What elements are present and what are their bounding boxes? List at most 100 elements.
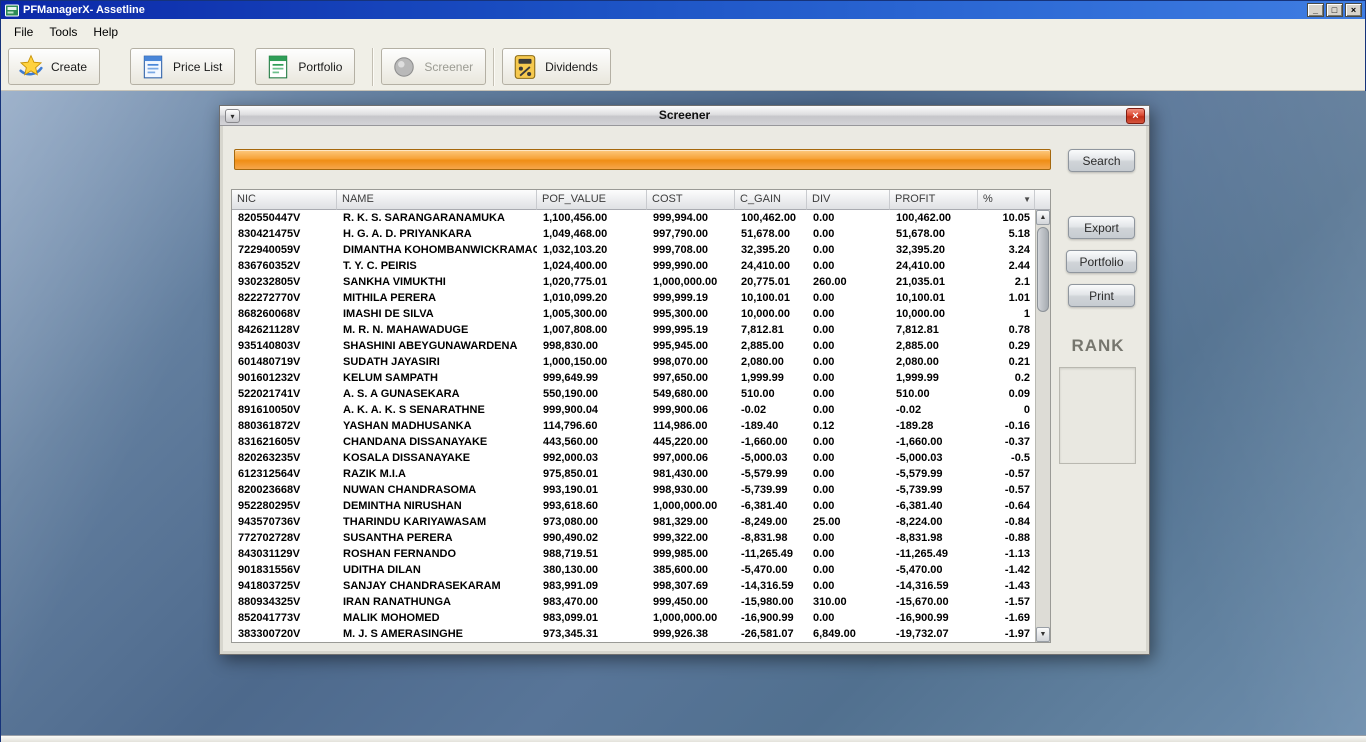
cell-c-gain: 20,775.01 — [741, 276, 790, 288]
create-star-icon — [18, 54, 44, 80]
close-button[interactable]: × — [1345, 3, 1362, 17]
cell-cost: 999,990.00 — [653, 260, 709, 272]
table-row[interactable]: 880934325V IRAN RANATHUNGA 983,470.00 999,4… — [232, 594, 1035, 610]
cell--: -1.97 — [1004, 628, 1030, 640]
column-header-profit[interactable]: PROFIT — [890, 190, 978, 210]
menu-tools[interactable]: Tools — [41, 22, 85, 42]
table-row[interactable]: 901831556V UDITHA DILAN 380,130.00 385,600.… — [232, 562, 1035, 578]
menu-file[interactable]: File — [6, 22, 41, 42]
table-row[interactable]: 852041773V MALIK MOHOMED 983,099.01 1,000,0… — [232, 610, 1035, 626]
table-row[interactable]: 843031129V ROSHAN FERNANDO 988,719.51 999,9… — [232, 546, 1035, 562]
cell-nic: 601480719V — [238, 356, 301, 368]
cell-profit: -189.28 — [896, 420, 934, 432]
column-header-nic[interactable]: NIC — [232, 190, 337, 210]
table-row[interactable]: 836760352V T. Y. C. PEIRIS 1,024,400.00 999… — [232, 258, 1035, 274]
cell-div: 0.00 — [813, 292, 835, 304]
frame-close-button[interactable]: × — [1126, 108, 1145, 124]
create-button[interactable]: Create — [8, 48, 101, 85]
dividends-button[interactable]: Dividends — [502, 48, 611, 85]
cell-c-gain: -8,831.98 — [741, 532, 788, 544]
export-button[interactable]: Export — [1068, 216, 1135, 239]
column-header-cost[interactable]: COST — [647, 190, 735, 210]
cell-pof-value: 999,900.04 — [543, 404, 599, 416]
scroll-down-icon[interactable]: ▼ — [1036, 627, 1050, 642]
table-row[interactable]: 952280295V DEMINTHA NIRUSHAN 993,618.60 1,0… — [232, 498, 1035, 514]
table-row[interactable]: 880361872V YASHAN MADHUSANKA 114,796.60 114… — [232, 418, 1035, 434]
scrollbar-thumb[interactable] — [1037, 227, 1049, 312]
table-row[interactable]: 612312564V RAZIK M.I.A 975,850.01 981,430.0… — [232, 466, 1035, 482]
cell-profit: -5,579.99 — [896, 468, 943, 480]
cell-pof-value: 1,100,456.00 — [543, 212, 608, 224]
cell-profit: -6,381.40 — [896, 500, 943, 512]
cell-cost: 1,000,000.00 — [653, 500, 718, 512]
maximize-button[interactable]: □ — [1326, 3, 1343, 17]
table-row[interactable]: 831621605V CHANDANA DISSANAYAKE 443,560.00… — [232, 434, 1035, 450]
cell--: 10.05 — [1002, 212, 1030, 224]
cell-profit: 51,678.00 — [896, 228, 945, 240]
column-header-label: COST — [652, 193, 683, 205]
cell-div: 0.00 — [813, 260, 835, 272]
table-row[interactable]: 601480719V SUDATH JAYASIRI 1,000,150.00 998… — [232, 354, 1035, 370]
cell-profit: 24,410.00 — [896, 260, 945, 272]
print-button[interactable]: Print — [1068, 284, 1135, 307]
vertical-scrollbar[interactable]: ▲ ▼ — [1035, 210, 1050, 642]
cell-cost: 995,945.00 — [653, 340, 709, 352]
column-header-div[interactable]: DIV — [807, 190, 890, 210]
column-header-label: POF_VALUE — [542, 193, 606, 205]
cell-nic: 901831556V — [238, 564, 301, 576]
portfolio-side-button[interactable]: Portfolio — [1066, 250, 1137, 273]
table-row[interactable]: 930232805V SANKHA VIMUKTHI 1,020,775.01 1,0… — [232, 274, 1035, 290]
table-row[interactable]: 868260068V IMASHI DE SILVA 1,005,300.00 995… — [232, 306, 1035, 322]
table-row[interactable]: 935140803V SHASHINI ABEYGUNAWARDENA 998,83… — [232, 338, 1035, 354]
table-row[interactable]: 943570736V THARINDU KARIYAWASAM 973,080.00… — [232, 514, 1035, 530]
sort-desc-icon: ▼ — [1023, 195, 1031, 204]
cell--: 1 — [1023, 308, 1030, 320]
frame-menu-button[interactable]: ▾ — [225, 109, 240, 123]
cell--: 0.21 — [1008, 356, 1030, 368]
scroll-up-icon[interactable]: ▲ — [1036, 210, 1050, 225]
table-row[interactable]: 820550447V R. K. S. SARANGARANAMUKA 1,100,… — [232, 210, 1035, 226]
table-row[interactable]: 830421475V H. G. A. D. PRIYANKARA 1,049,46… — [232, 226, 1035, 242]
menu-help[interactable]: Help — [85, 22, 126, 42]
screener-titlebar[interactable]: ▾ Screener × — [220, 106, 1149, 126]
column-header-pof-value[interactable]: POF_VALUE — [537, 190, 647, 210]
cell-div: 0.00 — [813, 580, 835, 592]
cell-pof-value: 1,024,400.00 — [543, 260, 608, 272]
cell-nic: 722940059V — [238, 244, 301, 256]
table-row[interactable]: 820023668V NUWAN CHANDRASOMA 993,190.01 998… — [232, 482, 1035, 498]
price-list-button[interactable]: Price List — [130, 48, 236, 85]
cell-profit: -14,316.59 — [896, 580, 949, 592]
cell-name: SUDATH JAYASIRI — [343, 356, 440, 368]
table-row[interactable]: 822272770V MITHILA PERERA 1,010,099.20 999,… — [232, 290, 1035, 306]
minimize-button[interactable]: _ — [1307, 3, 1324, 17]
table-row[interactable]: 772702728V SUSANTHA PERERA 990,490.02 999,3… — [232, 530, 1035, 546]
table-row[interactable]: 722940059V DIMANTHA KOHOMBANWICKRAMAGE 1,0… — [232, 242, 1035, 258]
cell--: 2.1 — [1014, 276, 1030, 288]
table-row[interactable]: 522021741V A. S. A GUNASEKARA 550,190.00 54… — [232, 386, 1035, 402]
portfolio-button[interactable]: Portfolio — [255, 48, 356, 85]
cell--: 2.44 — [1008, 260, 1030, 272]
window-title: PFManagerX- Assetline — [23, 4, 145, 16]
cell--: 0.78 — [1008, 324, 1030, 336]
table-row[interactable]: 891610050V A. K. A. K. S SENARATHNE 999,90… — [232, 402, 1035, 418]
menubar: File Tools Help — [1, 20, 1365, 43]
column-header-c-gain[interactable]: C_GAIN — [735, 190, 807, 210]
table-row[interactable]: 842621128V M. R. N. MAHAWADUGE 1,007,808.0… — [232, 322, 1035, 338]
cell--: -0.37 — [1004, 436, 1030, 448]
cell-name: SANKHA VIMUKTHI — [343, 276, 446, 288]
cell-div: 0.00 — [813, 340, 835, 352]
cell-c-gain: -5,000.03 — [741, 452, 788, 464]
search-button[interactable]: Search — [1068, 149, 1135, 172]
cell-pof-value: 983,099.01 — [543, 612, 599, 624]
column-header-name[interactable]: NAME — [337, 190, 537, 210]
cell-name: IRAN RANATHUNGA — [343, 596, 451, 608]
table-row[interactable]: 941803725V SANJAY CHANDRASEKARAM 983,991.0… — [232, 578, 1035, 594]
cell-profit: 10,000.00 — [896, 308, 945, 320]
column-header--[interactable]: % ▼ — [978, 190, 1035, 210]
toolbar-separator — [493, 47, 496, 86]
table-row[interactable]: 820263235V KOSALA DISSANAYAKE 992,000.03 99… — [232, 450, 1035, 466]
rank-list[interactable] — [1059, 367, 1136, 464]
table-row[interactable]: 901601232V KELUM SAMPATH 999,649.99 997,650… — [232, 370, 1035, 386]
table-row[interactable]: 383300720V M. J. S AMERASINGHE 973,345.31 9… — [232, 626, 1035, 642]
cell-div: 25.00 — [813, 516, 841, 528]
